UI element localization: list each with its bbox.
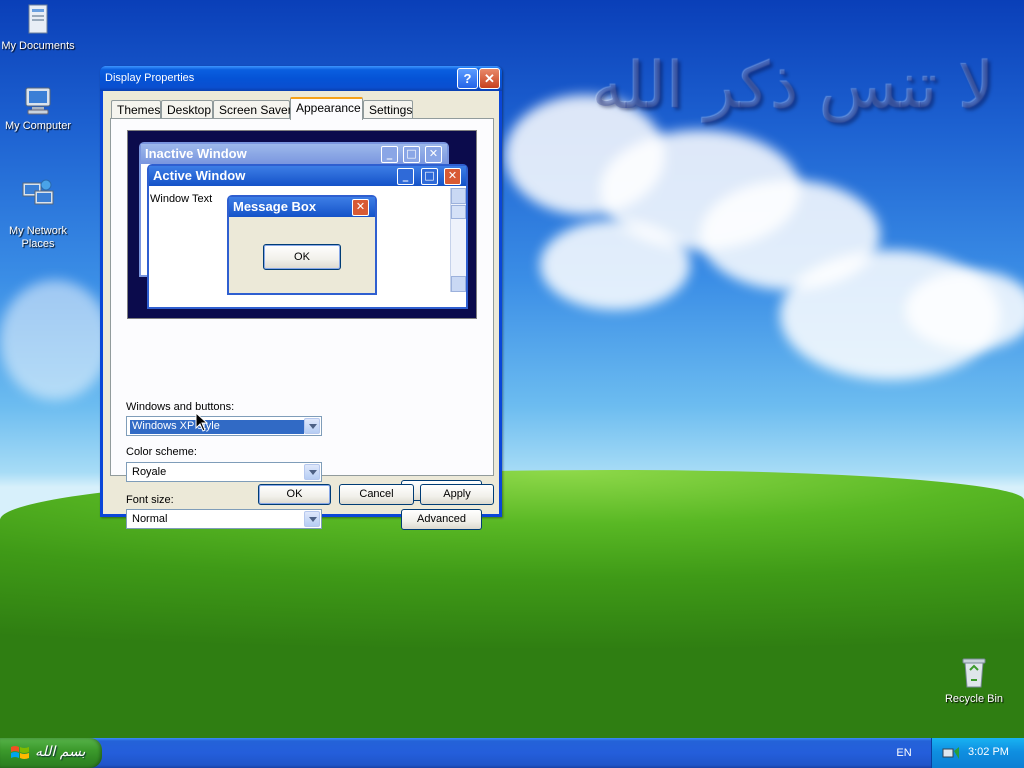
preview-maximize-icon: □ <box>403 146 420 163</box>
preview-close-icon: ✕ <box>425 146 442 163</box>
desktop-icon-label: Recycle Bin <box>944 693 1004 705</box>
preview-ok-button: OK <box>263 244 341 270</box>
preview-minimize-icon: _ <box>397 168 414 185</box>
mouse-cursor-icon <box>195 412 209 432</box>
clock[interactable]: 3:02 PM <box>968 746 1009 758</box>
chevron-down-icon[interactable] <box>304 511 320 527</box>
preview-minimize-icon: _ <box>381 146 398 163</box>
font-size-label: Font size: <box>126 494 174 506</box>
desktop-icon-recycle-bin[interactable]: Recycle Bin <box>934 656 1014 705</box>
arabic-calligraphy: لا تنس ذكر الله <box>591 50 995 124</box>
dialog-title: Display Properties <box>105 72 195 84</box>
tab-desktop[interactable]: Desktop <box>161 100 213 119</box>
color-scheme-value: Royale <box>132 466 167 478</box>
language-indicator[interactable]: EN <box>892 744 916 762</box>
dialog-titlebar[interactable]: Display Properties ? ✕ <box>100 66 502 91</box>
start-label: بسم الله <box>35 744 86 760</box>
windows-buttons-label: Windows and buttons: <box>126 401 235 413</box>
appearance-panel: Inactive Window _ □ ✕ Active Window _ □ … <box>110 118 494 530</box>
preview-window-text: Window Text <box>150 193 213 205</box>
taskbar: بسم الله EN 3:02 PM <box>0 738 1024 768</box>
recycle-bin-icon <box>962 658 986 688</box>
preview-inactive-title: Inactive Window <box>141 144 447 164</box>
my-documents-icon <box>28 4 48 34</box>
font-size-select[interactable]: Normal <box>126 509 322 529</box>
color-scheme-label: Color scheme: <box>126 446 197 458</box>
preview-active-title: Active Window <box>149 166 466 186</box>
desktop-icon-my-documents[interactable]: My Documents <box>0 3 78 52</box>
help-button[interactable]: ? <box>457 68 478 89</box>
network-tray-icon[interactable] <box>942 745 960 761</box>
appearance-preview: Inactive Window _ □ ✕ Active Window _ □ … <box>127 130 477 319</box>
my-computer-icon <box>25 87 51 115</box>
windows-buttons-select[interactable]: Windows XP style <box>126 416 322 436</box>
desktop-icon-label: My Computer <box>4 120 72 132</box>
desktop-icon-label: My Documents <box>1 40 75 52</box>
preview-maximize-icon: □ <box>421 168 438 185</box>
preview-close-icon: ✕ <box>352 199 369 216</box>
cancel-button[interactable]: Cancel <box>339 484 414 505</box>
windows-buttons-value: Windows XP style <box>130 420 304 434</box>
font-size-value: Normal <box>132 513 168 525</box>
color-scheme-select[interactable]: Royale <box>126 462 322 482</box>
advanced-button[interactable]: Advanced <box>401 509 482 530</box>
tab-themes[interactable]: Themes <box>111 100 161 119</box>
windows-logo-icon <box>11 746 29 759</box>
preview-close-icon: ✕ <box>444 168 461 185</box>
apply-button[interactable]: Apply <box>420 484 494 505</box>
desktop-icon-my-computer[interactable]: My Computer <box>0 85 78 132</box>
start-button[interactable]: بسم الله <box>0 738 102 768</box>
tab-screen-saver[interactable]: Screen Saver <box>213 100 292 119</box>
tab-appearance[interactable]: Appearance <box>290 97 363 120</box>
close-button[interactable]: ✕ <box>479 68 500 89</box>
ok-button[interactable]: OK <box>258 484 331 505</box>
system-tray: 3:02 PM <box>931 738 1024 768</box>
network-places-icon <box>22 179 54 205</box>
preview-message-box: Message Box ✕ OK <box>227 195 377 295</box>
chevron-down-icon[interactable] <box>304 464 320 480</box>
tab-settings[interactable]: Settings <box>363 100 413 119</box>
desktop-icon-label: My Network Places <box>8 225 68 250</box>
display-properties-dialog: Display Properties ? ✕ Themes Desktop Sc… <box>100 66 502 530</box>
desktop-icon-network-places[interactable]: My Network Places <box>0 166 78 251</box>
preview-scrollbar <box>450 188 466 292</box>
chevron-down-icon[interactable] <box>304 418 320 434</box>
